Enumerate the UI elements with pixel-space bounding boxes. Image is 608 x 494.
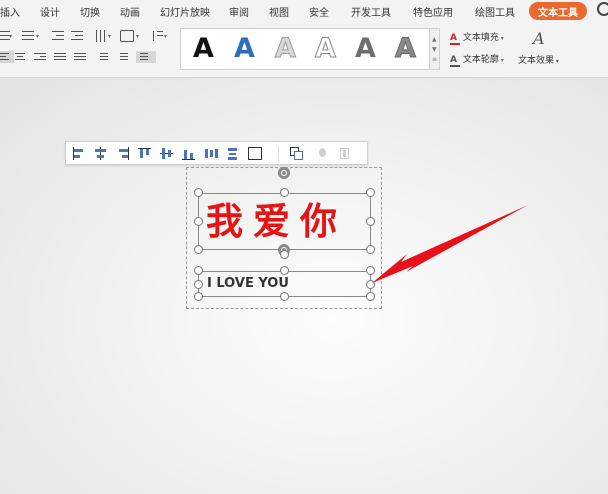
red-arrow-annotation bbox=[372, 205, 528, 283]
